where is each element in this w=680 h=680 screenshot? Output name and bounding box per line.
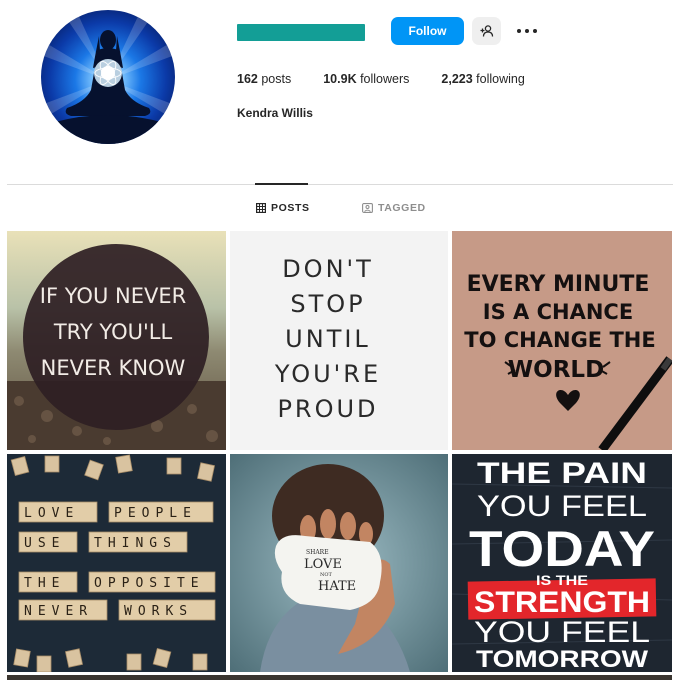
followers-count-label: followers bbox=[360, 72, 410, 86]
active-tab-indicator bbox=[255, 183, 308, 185]
meditation-figure-illustration bbox=[41, 10, 175, 144]
tab-tagged-label: TAGGED bbox=[378, 202, 426, 214]
tabs-divider bbox=[7, 184, 673, 185]
suggested-accounts-button[interactable] bbox=[472, 17, 501, 45]
more-dots-icon bbox=[517, 29, 537, 33]
next-row-posts-preview bbox=[7, 675, 672, 680]
post-3-line-4: WORLD bbox=[508, 357, 604, 383]
post-6-line-2: YOU FEEL bbox=[477, 490, 647, 523]
post-6-line-5: STRENGTH bbox=[474, 586, 650, 619]
profile-stats: 162 posts 10.9K followers 2,223 followin… bbox=[237, 72, 557, 86]
post-4-line-2: PEOPLE bbox=[114, 506, 197, 521]
post-4-line-7: NEVER bbox=[24, 604, 93, 619]
display-name: Kendra Willis bbox=[237, 106, 313, 120]
followers-count-value: 10.9K bbox=[323, 72, 357, 86]
post-image-beach-quote: IF YOU NEVER TRY YOU'LL NEVER KNOW bbox=[7, 231, 226, 450]
followers-count[interactable]: 10.9K followers bbox=[323, 72, 409, 86]
following-count[interactable]: 2,223 following bbox=[441, 72, 524, 86]
post-5-line-2: LOVE bbox=[304, 557, 342, 572]
post-2-line-5: PROUD bbox=[277, 395, 378, 423]
post-6-line-1: THE PAIN bbox=[477, 457, 647, 490]
posts-count: 162 posts bbox=[237, 72, 291, 86]
post-2-line-1: DON'T bbox=[282, 255, 374, 283]
post-6-line-6: YOU FEEL bbox=[474, 616, 650, 649]
post-2-line-4: YOU'RE bbox=[274, 360, 381, 388]
grid-icon bbox=[256, 203, 266, 213]
post-4-line-3: USE bbox=[24, 536, 65, 551]
post-1-line-3: NEVER KNOW bbox=[41, 356, 186, 380]
following-count-value: 2,223 bbox=[441, 72, 473, 86]
post-4-line-4: THINGS bbox=[94, 536, 177, 551]
username-redacted bbox=[237, 24, 365, 41]
post-image-every-minute: EVERY MINUTE IS A CHANCE TO CHANGE THE W… bbox=[452, 231, 672, 450]
post-tile[interactable]: SHARE LOVE NOT HATE bbox=[230, 454, 448, 672]
post-tile[interactable]: IF YOU NEVER TRY YOU'LL NEVER KNOW bbox=[7, 231, 226, 450]
post-6-line-7: TOMORROW bbox=[476, 646, 648, 672]
post-5-line-4: HATE bbox=[318, 579, 356, 594]
post-2-line-3: UNTIL bbox=[285, 325, 371, 353]
post-3-line-2: IS A CHANCE bbox=[483, 300, 633, 324]
post-1-line-2: TRY YOU'LL bbox=[53, 320, 173, 344]
post-image-love-not-hate: SHARE LOVE NOT HATE bbox=[230, 454, 448, 672]
post-tile[interactable]: DON'T STOP UNTIL YOU'RE PROUD bbox=[230, 231, 448, 450]
add-person-icon bbox=[480, 25, 493, 37]
post-6-line-3: TODAY bbox=[469, 521, 655, 577]
post-tile[interactable]: THE PAIN YOU FEEL TODAY IS THE STRENGTH … bbox=[452, 454, 672, 672]
follow-button[interactable]: Follow bbox=[391, 17, 464, 45]
following-count-label: following bbox=[476, 72, 525, 86]
more-options-button[interactable] bbox=[513, 21, 541, 41]
post-image-scrabble: LOVE PEOPLE USE THINGS THE OPPOSITE NEVE… bbox=[7, 454, 226, 672]
post-5-line-3: NOT bbox=[320, 572, 332, 578]
post-2-line-2: STOP bbox=[290, 290, 365, 318]
tab-tagged[interactable]: TAGGED bbox=[362, 202, 426, 214]
tab-posts[interactable]: POSTS bbox=[256, 202, 310, 214]
tab-posts-label: POSTS bbox=[271, 202, 310, 214]
post-image-the-pain: THE PAIN YOU FEEL TODAY IS THE STRENGTH … bbox=[452, 454, 672, 672]
tag-icon bbox=[362, 203, 373, 213]
post-4-line-6: OPPOSITE bbox=[94, 576, 205, 591]
post-tile[interactable]: EVERY MINUTE IS A CHANCE TO CHANGE THE W… bbox=[452, 231, 672, 450]
post-3-line-1: EVERY MINUTE bbox=[467, 272, 650, 297]
post-1-line-1: IF YOU NEVER bbox=[40, 284, 186, 308]
posts-count-value: 162 bbox=[237, 72, 258, 86]
post-3-line-3: TO CHANGE THE bbox=[464, 328, 655, 352]
post-4-line-8: WORKS bbox=[124, 604, 193, 619]
post-tile[interactable]: LOVE PEOPLE USE THINGS THE OPPOSITE NEVE… bbox=[7, 454, 226, 672]
profile-avatar[interactable] bbox=[41, 10, 175, 144]
post-4-line-1: LOVE bbox=[24, 506, 79, 521]
posts-count-label: posts bbox=[261, 72, 292, 86]
post-4-line-5: THE bbox=[24, 576, 65, 591]
post-5-line-1: SHARE bbox=[306, 549, 329, 556]
post-image-dont-stop: DON'T STOP UNTIL YOU'RE PROUD bbox=[230, 231, 448, 450]
